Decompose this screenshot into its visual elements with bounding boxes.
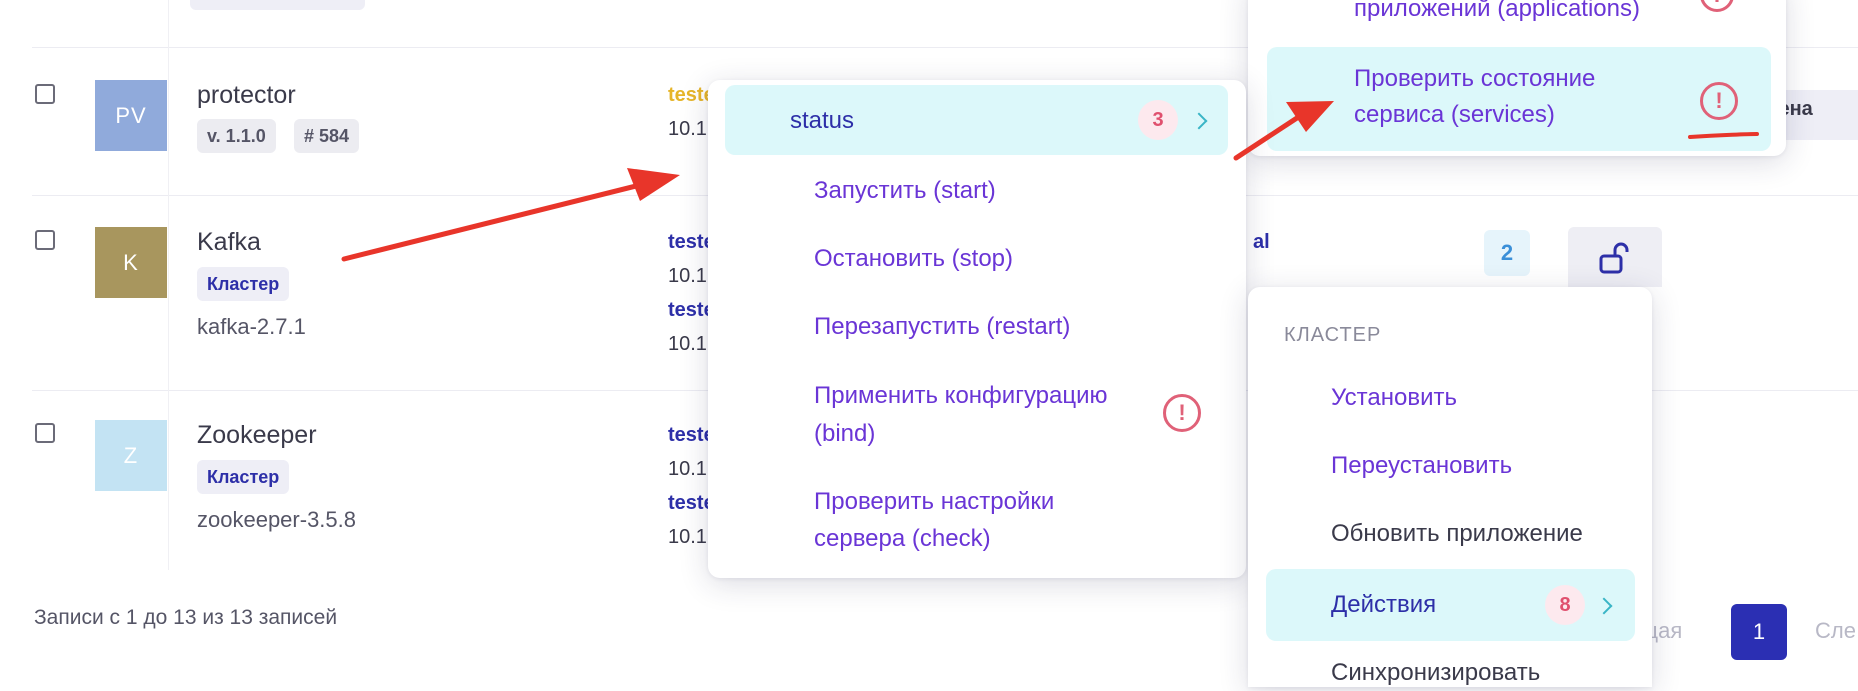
menu-item-update-app[interactable]: Обновить приложение	[1331, 515, 1583, 552]
app-name[interactable]: Zookeeper	[197, 421, 317, 450]
host-ip: 10.1:	[668, 526, 713, 548]
package-version: zookeeper-3.5.8	[197, 507, 356, 532]
warning-icon: !	[1700, 82, 1738, 120]
menu-item-start[interactable]: Запустить (start)	[814, 172, 996, 209]
records-info: Записи с 1 до 13 из 13 записей	[34, 606, 338, 629]
version-chip: v. 1.1.0	[197, 119, 276, 153]
annotation-arrow	[341, 182, 643, 262]
menu-item-restart[interactable]: Перезапустить (restart)	[814, 308, 1070, 345]
package-version: kafka-2.7.1	[197, 314, 306, 339]
status-submenu: status 3 Запустить (start) Остановить (s…	[708, 80, 1246, 578]
menu-item-status-label: status	[790, 107, 855, 134]
row-checkbox[interactable]	[35, 423, 55, 443]
cluster-badge: Кластер	[197, 460, 290, 494]
host-name-suffix: al	[1253, 231, 1270, 253]
host-ip: 10.1:	[668, 333, 713, 355]
menu-item-bind-line2[interactable]: (bind)	[814, 415, 875, 452]
menu-item-actions-label: Действия	[1331, 591, 1437, 618]
menu-item-reinstall[interactable]: Переустановить	[1331, 447, 1512, 484]
commands-menu-top: приложений (applications) ! Проверить со…	[1248, 0, 1786, 156]
avatar: PV	[95, 80, 167, 151]
cluster-badge: Кластер	[197, 267, 290, 301]
menu-item-check-applications[interactable]: приложений (applications)	[1354, 0, 1640, 27]
menu-item-sync[interactable]: Синхронизировать	[1331, 654, 1540, 691]
avatar: K	[95, 227, 167, 298]
host-ip: 10.1:	[668, 118, 713, 140]
row-checkbox[interactable]	[35, 84, 55, 104]
unlock-icon	[1599, 242, 1629, 274]
update-badge: Есть обновление	[190, 0, 365, 10]
app-name[interactable]: Kafka	[197, 228, 261, 257]
avatar: Z	[95, 420, 167, 491]
app-name[interactable]: protector	[197, 81, 296, 110]
menu-item-check-line2[interactable]: сервера (check)	[814, 520, 991, 557]
menu-item-check[interactable]: Проверить настройки	[814, 483, 1054, 520]
menu-item-install[interactable]: Установить	[1331, 379, 1457, 416]
column-separator	[168, 0, 169, 570]
menu-item-label: Проверить состояние	[1354, 65, 1596, 92]
build-chip: # 584	[294, 119, 360, 153]
host-ip: 10.1:	[668, 458, 713, 480]
pager-next[interactable]: Сле	[1815, 618, 1856, 644]
cluster-menu: КЛАСТЕР Установить Переустановить Обнови…	[1248, 287, 1652, 687]
count-badge: 3	[1138, 100, 1178, 140]
warning-icon: !	[1163, 394, 1201, 432]
count-badge: 8	[1545, 585, 1585, 625]
warning-icon: !	[1700, 0, 1734, 12]
menu-section-title: КЛАСТЕР	[1284, 324, 1382, 346]
count-badge: 2	[1484, 230, 1530, 276]
row-checkbox[interactable]	[35, 230, 55, 250]
pager-current-page[interactable]: 1	[1731, 604, 1787, 660]
unlock-button[interactable]	[1568, 227, 1662, 287]
menu-item-bind[interactable]: Применить конфигурацию	[814, 377, 1108, 414]
host-ip: 10.1:	[668, 265, 713, 287]
menu-item-stop[interactable]: Остановить (stop)	[814, 240, 1013, 277]
annotation-arrowhead	[627, 168, 680, 201]
menu-item-label: сервиса (services)	[1354, 101, 1555, 128]
